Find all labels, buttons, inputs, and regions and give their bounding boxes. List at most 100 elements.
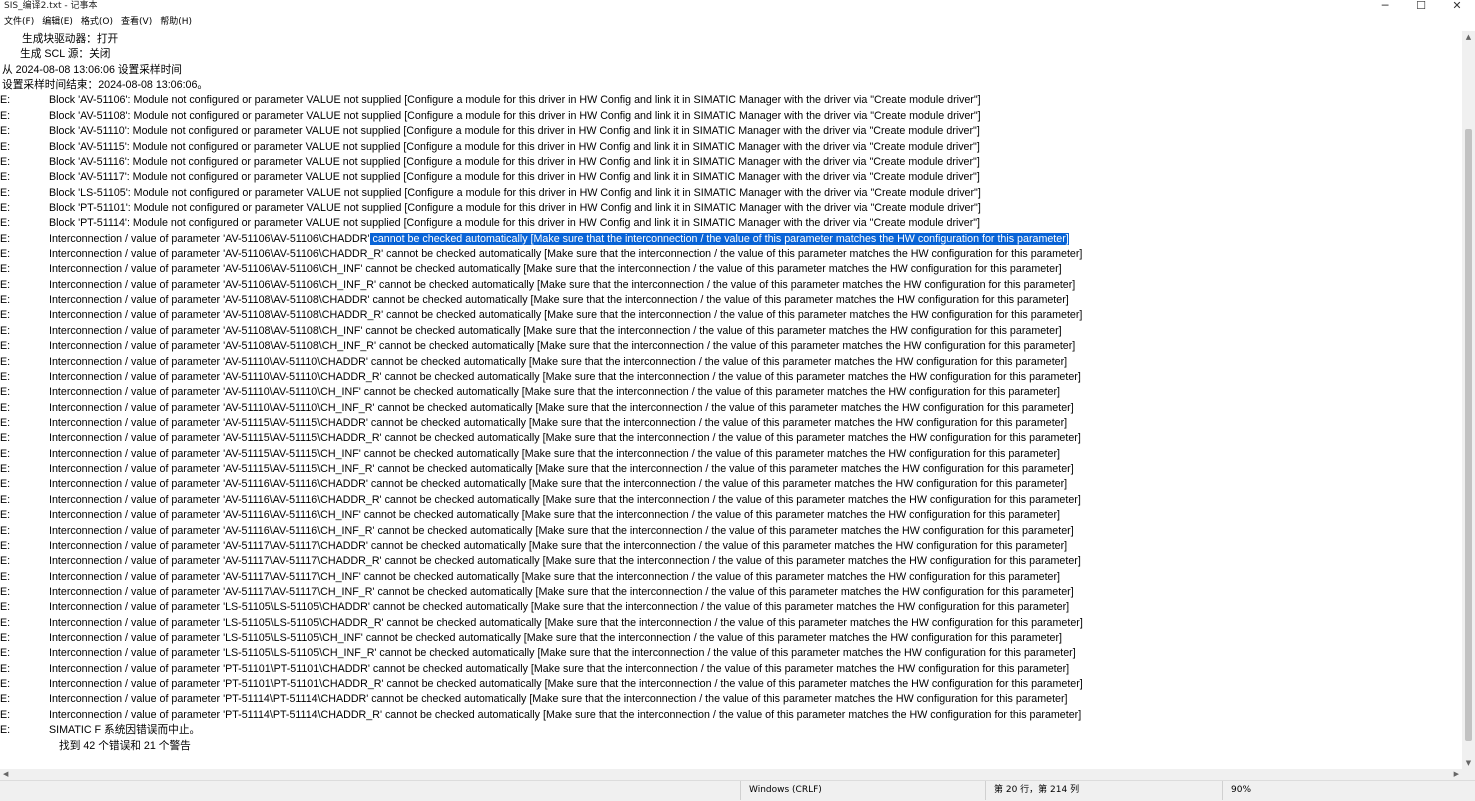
scroll-left-icon[interactable]: ◀ bbox=[3, 769, 8, 780]
log-line-main: Block 'LS-51105': Module not configured … bbox=[49, 186, 981, 199]
status-cursor-position: 第 20 行，第 214 列 bbox=[985, 781, 1219, 800]
error-prefix: E: bbox=[0, 647, 11, 660]
title-bar: SIS_编译2.txt - 记事本 ─ ☐ ✕ bbox=[0, 0, 1475, 14]
error-prefix: E: bbox=[0, 724, 11, 737]
status-line-ending: Windows (CRLF) bbox=[740, 781, 979, 800]
close-button[interactable]: ✕ bbox=[1439, 0, 1475, 14]
log-line-main: Interconnection / value of parameter 'AV… bbox=[49, 570, 1061, 583]
window-title: SIS_编译2.txt - 记事本 bbox=[4, 1, 98, 11]
log-line-text: Interconnection / value of parameter 'AV… bbox=[49, 278, 1075, 293]
log-line-main: SIMATIC F 系统因错误而中止。 bbox=[49, 724, 201, 737]
log-line-main: Interconnection / value of parameter 'AV… bbox=[49, 309, 1083, 322]
error-prefix: E: bbox=[0, 109, 11, 122]
log-line-main: Interconnection / value of parameter 'AV… bbox=[49, 555, 1081, 568]
log-line-main: Interconnection / value of parameter 'PT… bbox=[49, 678, 1083, 691]
log-line-main: Interconnection / value of parameter 'AV… bbox=[49, 416, 1068, 429]
log-line-main: Interconnection / value of parameter 'AV… bbox=[49, 278, 1076, 291]
error-prefix: E: bbox=[0, 248, 11, 261]
log-line-main: Interconnection / value of parameter 'AV… bbox=[49, 232, 370, 245]
log-line-main: Interconnection / value of parameter 'AV… bbox=[49, 294, 1069, 307]
error-prefix: E: bbox=[0, 201, 11, 214]
error-prefix: E: bbox=[0, 524, 11, 537]
scroll-up-icon[interactable]: ▲ bbox=[1462, 31, 1475, 43]
menu-edit[interactable]: 编辑(E) bbox=[38, 15, 77, 31]
log-line-main: Interconnection / value of parameter 'AV… bbox=[49, 432, 1081, 445]
error-prefix: E: bbox=[0, 370, 11, 383]
log-line-text: Interconnection / value of parameter 'AV… bbox=[49, 247, 1082, 262]
error-prefix: E: bbox=[0, 678, 11, 691]
scroll-right-icon[interactable]: ▶ bbox=[1454, 769, 1459, 780]
selected-text[interactable]: cannot be checked automatically [Make su… bbox=[369, 232, 1069, 245]
error-prefix: E: bbox=[0, 171, 11, 184]
log-line-main: Block 'AV-51117': Module not configured … bbox=[49, 171, 980, 184]
log-line-main: Block 'AV-51110': Module not configured … bbox=[49, 125, 980, 138]
error-prefix: E: bbox=[0, 125, 11, 138]
log-line-text: Interconnection / value of parameter 'AV… bbox=[49, 339, 1075, 354]
error-prefix: E: bbox=[0, 294, 11, 307]
error-prefix: E: bbox=[0, 232, 11, 245]
log-line-main: Interconnection / value of parameter 'AV… bbox=[49, 386, 1061, 399]
menu-file[interactable]: 文件(F) bbox=[0, 15, 38, 31]
error-prefix: E: bbox=[0, 278, 11, 291]
log-line-text: Interconnection / value of parameter 'AV… bbox=[49, 554, 1081, 569]
log-line-text: Block 'PT-51101': Module not configured … bbox=[49, 201, 981, 216]
log-line-text: Interconnection / value of parameter 'AV… bbox=[49, 477, 1067, 492]
log-line-main: Interconnection / value of parameter 'AV… bbox=[49, 355, 1068, 368]
error-prefix: E: bbox=[0, 509, 11, 522]
log-line-text: Block 'AV-51108': Module not configured … bbox=[49, 109, 981, 124]
menu-format[interactable]: 格式(O) bbox=[77, 15, 117, 31]
menu-view[interactable]: 查看(V) bbox=[117, 15, 156, 31]
log-line-text: Interconnection / value of parameter 'AV… bbox=[49, 508, 1060, 523]
log-line-main: Block 'AV-51116': Module not configured … bbox=[49, 155, 980, 168]
horizontal-scrollbar[interactable]: ◀ ▶ bbox=[0, 769, 1462, 780]
error-prefix: E: bbox=[0, 355, 11, 368]
error-prefix: E: bbox=[0, 386, 11, 399]
log-line-text: Interconnection / value of parameter 'AV… bbox=[49, 539, 1067, 554]
log-line-text: Block 'AV-51110': Module not configured … bbox=[49, 124, 980, 139]
log-line-main: Interconnection / value of parameter 'AV… bbox=[49, 509, 1061, 522]
scroll-thumb[interactable] bbox=[1465, 129, 1472, 741]
log-line-text: Interconnection / value of parameter 'AV… bbox=[49, 447, 1060, 462]
header-line-text: 生成块驱动器：打开 bbox=[22, 33, 119, 45]
error-prefix: E: bbox=[0, 309, 11, 322]
vertical-scrollbar[interactable]: ▲ ▼ bbox=[1462, 31, 1475, 769]
error-prefix: E: bbox=[0, 447, 11, 460]
log-line-main: Interconnection / value of parameter 'AV… bbox=[49, 539, 1068, 552]
log-line-main: Block 'PT-51114': Module not configured … bbox=[49, 217, 981, 230]
log-line-main: Interconnection / value of parameter 'AV… bbox=[49, 263, 1062, 276]
log-line-main: Block 'AV-51106': Module not configured … bbox=[49, 94, 981, 107]
log-line-text: Interconnection / value of parameter 'LS… bbox=[49, 600, 1069, 615]
log-line-text: Interconnection / value of parameter 'AV… bbox=[49, 385, 1060, 400]
log-line-main: Interconnection / value of parameter 'AV… bbox=[49, 370, 1081, 383]
log-line-text: Interconnection / value of parameter 'PT… bbox=[49, 677, 1083, 692]
log-line-text: Interconnection / value of parameter 'AV… bbox=[49, 293, 1069, 308]
log-line-text: Block 'PT-51114': Module not configured … bbox=[49, 216, 980, 231]
menu-help[interactable]: 帮助(H) bbox=[156, 15, 196, 31]
log-line-main: Interconnection / value of parameter 'AV… bbox=[49, 324, 1062, 337]
log-line-main: Interconnection / value of parameter 'LS… bbox=[49, 616, 1083, 629]
log-line-main: Block 'AV-51115': Module not configured … bbox=[49, 140, 980, 153]
header-line-text: 设置采样时间结束：2024-08-08 13:06:06。 bbox=[2, 79, 209, 92]
header-line-text: 生成 SCL 源：关闭 bbox=[20, 48, 111, 61]
error-prefix: E: bbox=[0, 555, 11, 568]
log-line-text: Interconnection / value of parameter 'PT… bbox=[49, 692, 1068, 707]
log-line-text: Interconnection / value of parameter 'PT… bbox=[49, 708, 1081, 723]
log-line-main: Interconnection / value of parameter 'AV… bbox=[49, 478, 1068, 491]
minimize-button[interactable]: ─ bbox=[1367, 0, 1403, 14]
maximize-button[interactable]: ☐ bbox=[1403, 0, 1439, 14]
log-line-text: Interconnection / value of parameter 'AV… bbox=[49, 493, 1081, 508]
log-line-main: Interconnection / value of parameter 'AV… bbox=[49, 248, 1083, 261]
error-prefix: E: bbox=[0, 324, 11, 337]
log-line-text: Interconnection / value of parameter 'PT… bbox=[49, 662, 1069, 677]
log-line-text: Block 'AV-51106': Module not configured … bbox=[49, 93, 981, 108]
log-line-text: Interconnection / value of parameter 'AV… bbox=[49, 585, 1074, 600]
scroll-down-icon[interactable]: ▼ bbox=[1462, 757, 1475, 769]
error-prefix: E: bbox=[0, 539, 11, 552]
header-line-text: 从 2024-08-08 13:06:06 设置采样时间 bbox=[2, 63, 182, 76]
error-prefix: E: bbox=[0, 585, 11, 598]
log-line-main: Interconnection / value of parameter 'AV… bbox=[49, 401, 1074, 414]
text-editor[interactable]: 生成块驱动器：打开 生成 SCL 源：关闭从 2024-08-08 13:06:0… bbox=[0, 31, 1462, 769]
log-line-main: Interconnection / value of parameter 'AV… bbox=[49, 463, 1074, 476]
menu-bar: 文件(F) 编辑(E) 格式(O) 查看(V) 帮助(H) bbox=[0, 15, 1475, 31]
log-line-text: Interconnection / value of parameter 'LS… bbox=[49, 631, 1062, 646]
